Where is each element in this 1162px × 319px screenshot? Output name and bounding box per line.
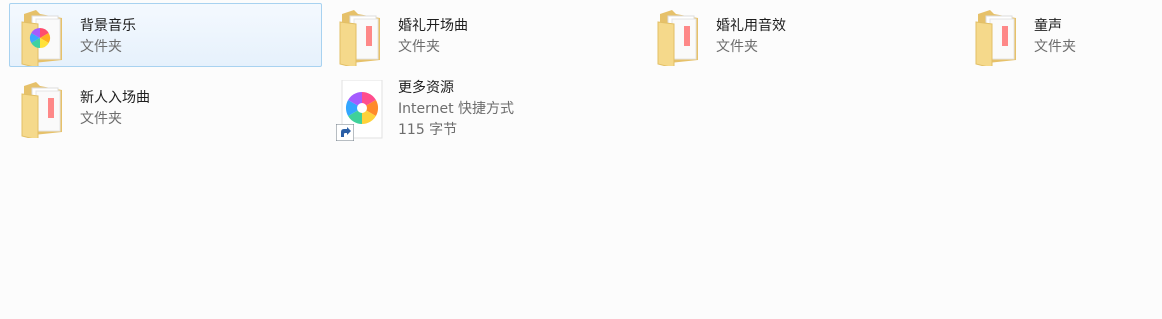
item-type: 文件夹: [716, 39, 758, 55]
item-type: 文件夹: [80, 111, 122, 127]
item-type: 文件夹: [80, 39, 122, 55]
item-type: 文件夹: [398, 39, 440, 55]
folder-item-bgm[interactable]: 背景音乐 文件夹: [9, 3, 322, 67]
folder-icon: [336, 6, 388, 66]
item-type: 文件夹: [1034, 39, 1076, 55]
folder-item-opening[interactable]: 婚礼开场曲 文件夹: [327, 3, 640, 67]
folder-icon: [18, 6, 70, 66]
folder-item-kids[interactable]: 童声 文件夹: [963, 3, 1153, 67]
folder-icon: [972, 6, 1024, 66]
shortcut-item-more[interactable]: 更多资源 Internet 快捷方式 115 字节: [327, 75, 640, 145]
item-name: 童声: [1034, 18, 1062, 34]
folder-icon: [18, 78, 70, 138]
item-name: 背景音乐: [80, 18, 136, 34]
item-name: 婚礼开场曲: [398, 18, 468, 34]
item-size: 115 字节: [398, 122, 458, 138]
item-type: Internet 快捷方式: [398, 101, 515, 117]
internet-shortcut-icon: [336, 80, 388, 141]
shortcut-arrow-icon: [336, 124, 354, 141]
item-name: 更多资源: [398, 80, 454, 96]
item-name: 新人入场曲: [80, 90, 150, 106]
folder-item-sfx[interactable]: 婚礼用音效 文件夹: [645, 3, 958, 67]
item-name: 婚礼用音效: [716, 18, 786, 34]
folder-icon: [654, 6, 706, 66]
folder-item-entrance[interactable]: 新人入场曲 文件夹: [9, 75, 322, 139]
